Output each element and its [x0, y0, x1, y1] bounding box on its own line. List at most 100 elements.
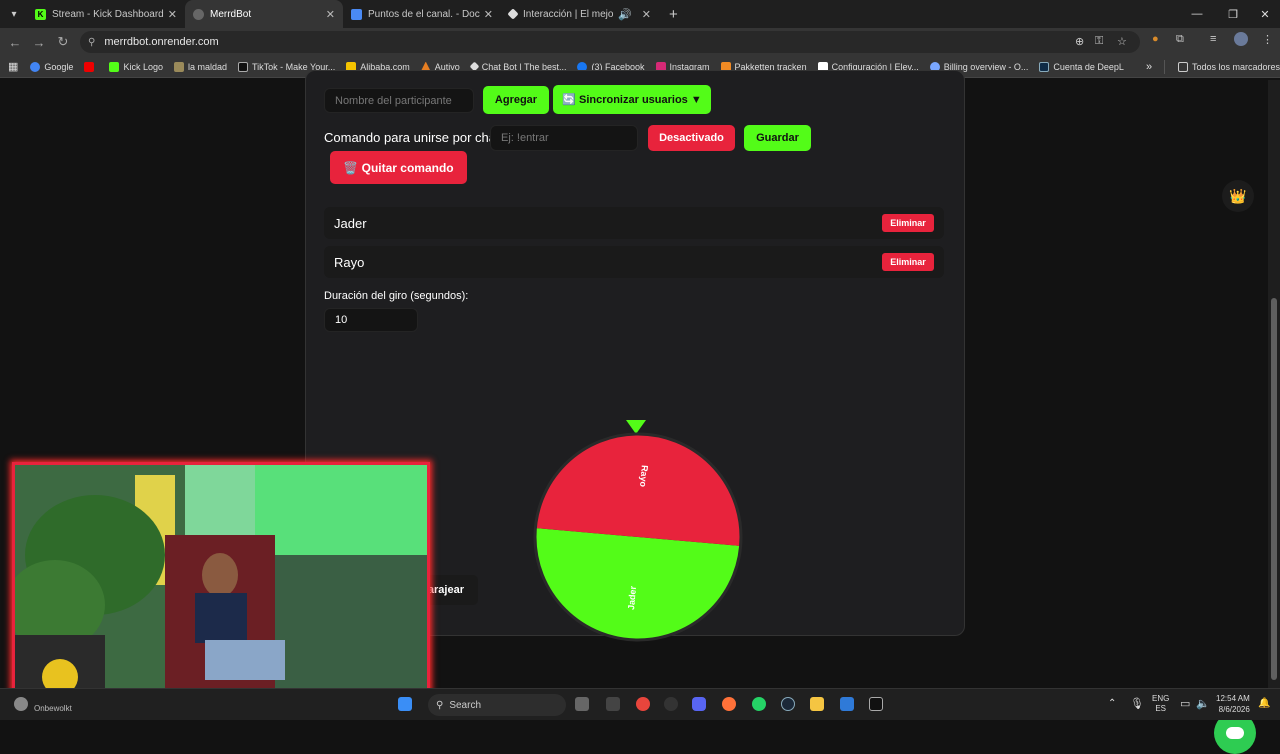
- tab-interaccion[interactable]: Interacción | El mejor softw 🔊 ✕: [501, 0, 659, 28]
- photos-icon[interactable]: [840, 697, 854, 711]
- globe-favicon-icon: [193, 8, 204, 20]
- bookmark-deepl[interactable]: Cuenta de DeepL: [1039, 61, 1124, 72]
- password-key-icon[interactable]: ⚿: [1095, 35, 1103, 48]
- firefox-icon[interactable]: [722, 697, 736, 711]
- file-explorer-icon[interactable]: [810, 697, 824, 711]
- search-placeholder: Search: [449, 699, 482, 711]
- kick-icon: [109, 61, 120, 72]
- bookmarks-divider: [1164, 59, 1165, 74]
- diamond-favicon-icon: [507, 8, 519, 20]
- tray-chevron-icon[interactable]: ⌃: [1108, 698, 1116, 709]
- tab-merrdbot[interactable]: MerrdBot ✕: [185, 0, 343, 28]
- tab-title: Stream - Kick Dashboard: [52, 8, 164, 20]
- roulette-wheel[interactable]: Jader Rayo: [532, 420, 744, 642]
- command-placeholder: Ej: !entrar: [501, 132, 549, 144]
- tab-kick-dashboard[interactable]: K Stream - Kick Dashboard ✕: [27, 0, 185, 28]
- bookmark-kick-logo[interactable]: Kick Logo: [109, 61, 163, 72]
- discord-icon[interactable]: [692, 697, 706, 711]
- weather-icon[interactable]: [14, 697, 28, 711]
- delete-participant-button[interactable]: Eliminar: [882, 214, 934, 232]
- participant-row: Rayo Eliminar: [324, 246, 944, 278]
- chrome-icon[interactable]: [636, 697, 650, 711]
- spin-duration-label: Duración del giro (segundos):: [324, 290, 469, 302]
- spin-duration-input[interactable]: 10: [324, 308, 418, 332]
- puzzle-icon[interactable]: ⧉: [1176, 33, 1184, 46]
- obs-icon[interactable]: [664, 697, 678, 711]
- wheel-slice-jader: [536, 528, 740, 639]
- reload-icon[interactable]: ↻: [51, 34, 75, 50]
- delete-participant-button[interactable]: Eliminar: [882, 253, 934, 271]
- avatar[interactable]: [1234, 32, 1248, 46]
- chat-bubble-icon: [1226, 727, 1244, 739]
- bookmark-label: Cuenta de DeepL: [1053, 61, 1124, 72]
- bookmark-google[interactable]: Google: [30, 61, 73, 72]
- taskbar-search-input[interactable]: ⚲ Search: [428, 694, 566, 716]
- remove-command-button[interactable]: 🗑️ Quitar comando: [330, 151, 467, 184]
- tab-search-icon[interactable]: ▾: [5, 5, 23, 23]
- kebab-menu-icon[interactable]: ⋮: [1262, 33, 1273, 46]
- scrollbar-thumb[interactable]: [1271, 298, 1277, 680]
- app-icon[interactable]: [606, 697, 620, 711]
- url-text: merrdbot.onrender.com: [104, 36, 219, 48]
- restore-icon[interactable]: ❐: [1216, 0, 1250, 28]
- youtube-icon: [84, 61, 95, 72]
- clock[interactable]: 12:54 AM 8/6/2026: [1216, 693, 1250, 715]
- language-indicator[interactable]: ENG ES: [1152, 694, 1169, 714]
- add-participant-button[interactable]: Agregar: [483, 86, 549, 114]
- apps-grid-icon[interactable]: ▦: [8, 60, 18, 73]
- participant-name: Jader: [334, 215, 367, 231]
- participant-placeholder: Nombre del participante: [335, 94, 452, 107]
- minimize-icon[interactable]: —: [1180, 0, 1214, 28]
- site-info-icon[interactable]: ⚲: [88, 37, 95, 48]
- tab-title: Puntos de el canal. - Document: [368, 8, 480, 20]
- new-tab-plus-icon[interactable]: +: [669, 6, 678, 23]
- chat-command-label: Comando para unirse por chat:: [324, 130, 504, 145]
- bookmark-label: la maldad: [187, 61, 227, 72]
- start-windows-icon[interactable]: [398, 697, 412, 711]
- close-icon[interactable]: ✕: [484, 8, 493, 21]
- all-bookmarks-folder[interactable]: Todos los marcadores: [1178, 61, 1280, 72]
- participant-name-input[interactable]: Nombre del participante: [324, 88, 474, 113]
- tab-puntos-canal[interactable]: Puntos de el canal. - Document ✕: [343, 0, 501, 28]
- zoom-icon[interactable]: ⊕: [1075, 35, 1084, 48]
- folder-icon: [1178, 61, 1188, 72]
- notification-bell-icon[interactable]: 🔔: [1258, 698, 1270, 709]
- speaker-icon[interactable]: 🔊: [618, 8, 632, 21]
- network-icon[interactable]: ▭: [1180, 697, 1190, 710]
- lang-top: ENG: [1152, 694, 1170, 703]
- url-field[interactable]: ⚲ merrdbot.onrender.com ⊕ ⚿ ☆: [80, 31, 1140, 53]
- capcut-icon[interactable]: [869, 697, 883, 711]
- clock-time: 12:54 AM: [1216, 694, 1250, 703]
- whatsapp-icon[interactable]: [752, 697, 766, 711]
- microphone-icon[interactable]: 🎙: [1130, 697, 1144, 710]
- media-icon[interactable]: ≡: [1210, 33, 1216, 45]
- window-close-icon[interactable]: ✕: [1248, 0, 1280, 28]
- webcam-feed-image: [15, 465, 427, 699]
- task-view-icon[interactable]: [575, 697, 589, 711]
- bookmark-youtube[interactable]: [84, 61, 98, 72]
- chat-command-input[interactable]: Ej: !entrar: [490, 125, 638, 151]
- tab-title: Interacción | El mejor softw: [523, 8, 614, 20]
- bookmark-label: Todos los marcadores: [1192, 61, 1280, 72]
- bookmark-la-maldad[interactable]: la maldad: [173, 61, 227, 72]
- address-bar-row: ← → ↻ ⚲ merrdbot.onrender.com ⊕ ⚿ ☆ ● ⧉ …: [0, 28, 1280, 56]
- sync-users-button[interactable]: 🔄 Sincronizar usuarios ▼: [553, 85, 711, 114]
- bookmark-star-icon[interactable]: ☆: [1117, 35, 1127, 48]
- crown-icon[interactable]: 👑: [1222, 180, 1254, 212]
- back-arrow-icon[interactable]: ←: [3, 35, 27, 50]
- search-icon: ⚲: [436, 699, 444, 711]
- close-icon[interactable]: ✕: [642, 8, 651, 21]
- webcam-overlay: [12, 462, 430, 702]
- more-bookmarks-chevron-icon[interactable]: »: [1146, 61, 1152, 73]
- steam-icon[interactable]: [781, 697, 795, 711]
- close-icon[interactable]: ✕: [168, 8, 177, 21]
- page-scrollbar[interactable]: [1268, 80, 1280, 688]
- taskbar: Onbewolkt ⚲ Search ⌃ 🎙 ENG ES ▭ 🔈 12:54 A…: [0, 688, 1280, 720]
- save-command-button[interactable]: Guardar: [744, 125, 811, 151]
- forward-arrow-icon[interactable]: →: [27, 35, 51, 50]
- close-icon[interactable]: ✕: [326, 8, 335, 21]
- image-icon: [173, 61, 184, 72]
- volume-icon[interactable]: 🔈: [1196, 697, 1210, 710]
- extension-icon[interactable]: ●: [1152, 33, 1159, 45]
- command-toggle-button[interactable]: Desactivado: [648, 125, 735, 151]
